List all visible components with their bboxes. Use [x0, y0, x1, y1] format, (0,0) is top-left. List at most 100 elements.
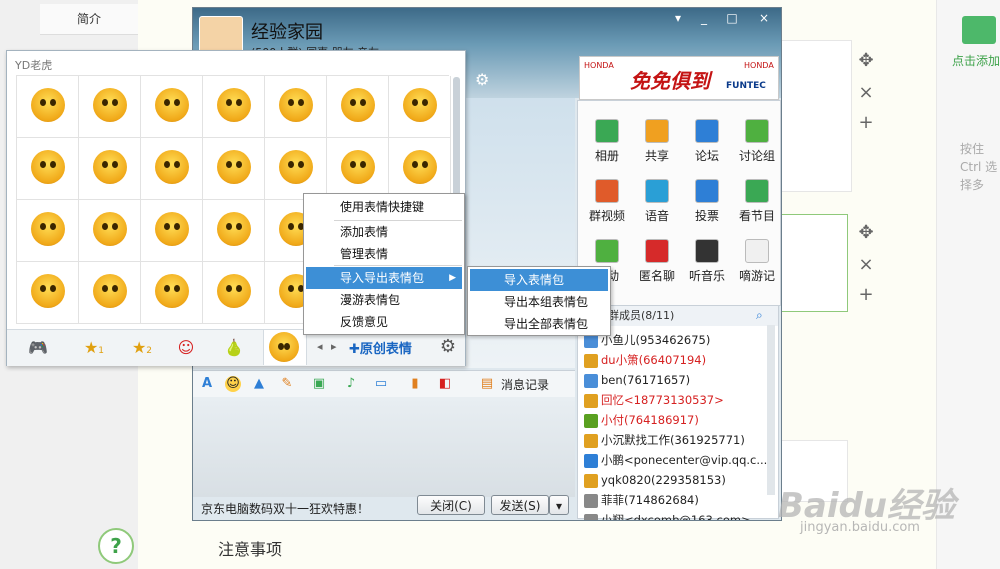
member-row[interactable]: 小付(764186917) [584, 410, 772, 430]
emoji-cell[interactable] [389, 76, 451, 138]
message-record-button[interactable]: 消息记录 [501, 376, 549, 393]
emoji-tab-favorite-1[interactable]: ★1 [79, 338, 109, 358]
move-icon[interactable]: ✥ [856, 50, 876, 71]
menu-item-shortcut[interactable]: 使用表情快捷键 [306, 196, 462, 218]
app-2[interactable]: 论坛 [682, 119, 732, 164]
gift-icon[interactable]: ◧ [437, 376, 453, 392]
member-row[interactable]: ben(76171657) [584, 370, 772, 390]
app-5[interactable]: 语音 [632, 179, 682, 224]
add-icon[interactable]: + [856, 284, 876, 305]
app-3[interactable]: 讨论组 [732, 119, 781, 164]
message-input[interactable] [193, 397, 575, 497]
emoji-cell[interactable] [203, 200, 265, 262]
emoji-cell[interactable] [327, 76, 389, 138]
menu-dropdown-icon[interactable]: ▾ [667, 10, 689, 26]
minimize-button[interactable]: _ [693, 10, 715, 26]
app-0[interactable]: 相册 [582, 119, 632, 164]
font-icon[interactable]: A [199, 376, 215, 392]
next-tab-icon[interactable]: ▸ [331, 340, 337, 353]
submenu-item-import[interactable]: 导入表情包 [470, 269, 608, 291]
app-1[interactable]: 共享 [632, 119, 682, 164]
close-window-button[interactable]: × [753, 10, 775, 26]
emoji-cell[interactable] [265, 76, 327, 138]
member-row[interactable]: 回忆<18773130537> [584, 390, 772, 410]
emoji-cell[interactable] [79, 138, 141, 200]
nav-intro-tab[interactable]: 简介 [40, 4, 138, 35]
picture-icon[interactable]: ▣ [311, 376, 327, 392]
submenu-item-export-group[interactable]: 导出本组表情包 [470, 291, 608, 313]
send-options-chevron-icon[interactable]: ▾ [549, 495, 569, 515]
music-icon[interactable]: ♪ [343, 376, 359, 392]
emoji-icon[interactable]: ☺ [225, 376, 241, 392]
footer-ad-text[interactable]: 京东电脑数码双十一狂欢特惠！ [201, 500, 369, 517]
emoji-cell[interactable] [79, 262, 141, 324]
app-9[interactable]: 匿名聊 [632, 239, 682, 284]
tiger-emoji-icon [217, 88, 251, 122]
app-4[interactable]: 群视频 [582, 179, 632, 224]
emoji-tab-pear[interactable]: 🍐 [223, 338, 245, 358]
member-row[interactable]: 小沉默找工作(361925771) [584, 430, 772, 450]
original-emoji-button[interactable]: ✚原创表情 [349, 338, 412, 357]
emoji-tab-magic[interactable]: ☺ [175, 338, 197, 358]
close-button[interactable]: 关闭(C) [417, 495, 485, 515]
chart-icon[interactable]: ▮ [407, 376, 423, 392]
emoji-cell[interactable] [203, 76, 265, 138]
menu-item-feedback[interactable]: 反馈意见 [306, 311, 462, 333]
app-10[interactable]: 听音乐 [682, 239, 732, 284]
emoji-cell[interactable] [141, 76, 203, 138]
menu-item-import-export[interactable]: 导入导出表情包 ▶ [306, 267, 462, 289]
emoji-cell[interactable] [141, 262, 203, 324]
move-icon[interactable]: ✥ [856, 222, 876, 243]
gear-icon[interactable]: ⚙ [437, 336, 459, 358]
emoji-cell[interactable] [327, 138, 389, 200]
emoji-cell[interactable] [79, 200, 141, 262]
member-row[interactable]: yqk0820(229358153) [584, 470, 772, 490]
shake-icon[interactable]: ▲ [251, 376, 267, 392]
ad-banner[interactable]: HONDA HONDA 免免俱到 FUNTEC [579, 56, 779, 100]
member-scrollbar[interactable] [767, 325, 775, 495]
emoji-cell[interactable] [17, 76, 79, 138]
message-record-icon[interactable]: ▤ [479, 376, 495, 392]
emoji-tab-yd-tiger[interactable] [263, 330, 307, 365]
maximize-button[interactable]: □ [721, 10, 743, 26]
delete-icon[interactable]: × [856, 254, 876, 275]
member-name: du小箫(66407194) [601, 353, 707, 367]
search-icon[interactable]: ⌕ [756, 308, 763, 323]
settings-gear-icon[interactable]: ⚙ [475, 70, 495, 90]
app-6[interactable]: 投票 [682, 179, 732, 224]
app-11[interactable]: 嘀游记 [732, 239, 781, 284]
write-icon[interactable]: ✎ [279, 376, 295, 392]
member-row[interactable]: du小箫(66407194) [584, 350, 772, 370]
screenshot-icon[interactable]: ▭ [373, 376, 389, 392]
prev-tab-icon[interactable]: ◂ [317, 340, 323, 353]
add-image-link[interactable]: 点击添加 [952, 52, 1000, 69]
member-row[interactable]: 菲菲(71486268​4) [584, 490, 772, 510]
menu-item-manage-emoji[interactable]: 管理表情 [306, 243, 462, 265]
emoji-cell[interactable] [141, 200, 203, 262]
send-button[interactable]: 发送(S) [491, 495, 549, 515]
emoji-tab-favorite-2[interactable]: ★2 [127, 338, 157, 358]
image-icon[interactable] [962, 16, 996, 44]
menu-item-add-emoji[interactable]: 添加表情 [306, 221, 462, 243]
emoji-cell[interactable] [265, 138, 327, 200]
import-export-submenu: 导入表情包 导出本组表情包 导出全部表情包 [467, 266, 611, 336]
emoji-cell[interactable] [17, 200, 79, 262]
emoji-cell[interactable] [203, 138, 265, 200]
member-row[interactable]: 小鹏<ponecenter@vip.qq.c... [584, 450, 772, 470]
emoji-cell[interactable] [389, 138, 451, 200]
delete-icon[interactable]: × [856, 82, 876, 103]
add-icon[interactable]: + [856, 112, 876, 133]
menu-item-roaming[interactable]: 漫游表情包 [306, 289, 462, 311]
member-row[interactable]: 小翔<dxcomb@163.com> [584, 510, 772, 520]
submenu-item-export-all[interactable]: 导出全部表情包 [470, 313, 608, 335]
emoji-cell[interactable] [17, 262, 79, 324]
member-row[interactable]: 小鱼儿(953462675) [584, 330, 772, 350]
emoji-cell[interactable] [17, 138, 79, 200]
member-avatar-icon [584, 493, 598, 508]
app-7[interactable]: 看节目 [732, 179, 781, 224]
emoji-cell[interactable] [203, 262, 265, 324]
emoji-cell[interactable] [141, 138, 203, 200]
emoji-cell[interactable] [79, 76, 141, 138]
help-icon[interactable]: ? [98, 528, 134, 564]
emoji-tab-classic[interactable]: 🎮 [27, 338, 49, 358]
